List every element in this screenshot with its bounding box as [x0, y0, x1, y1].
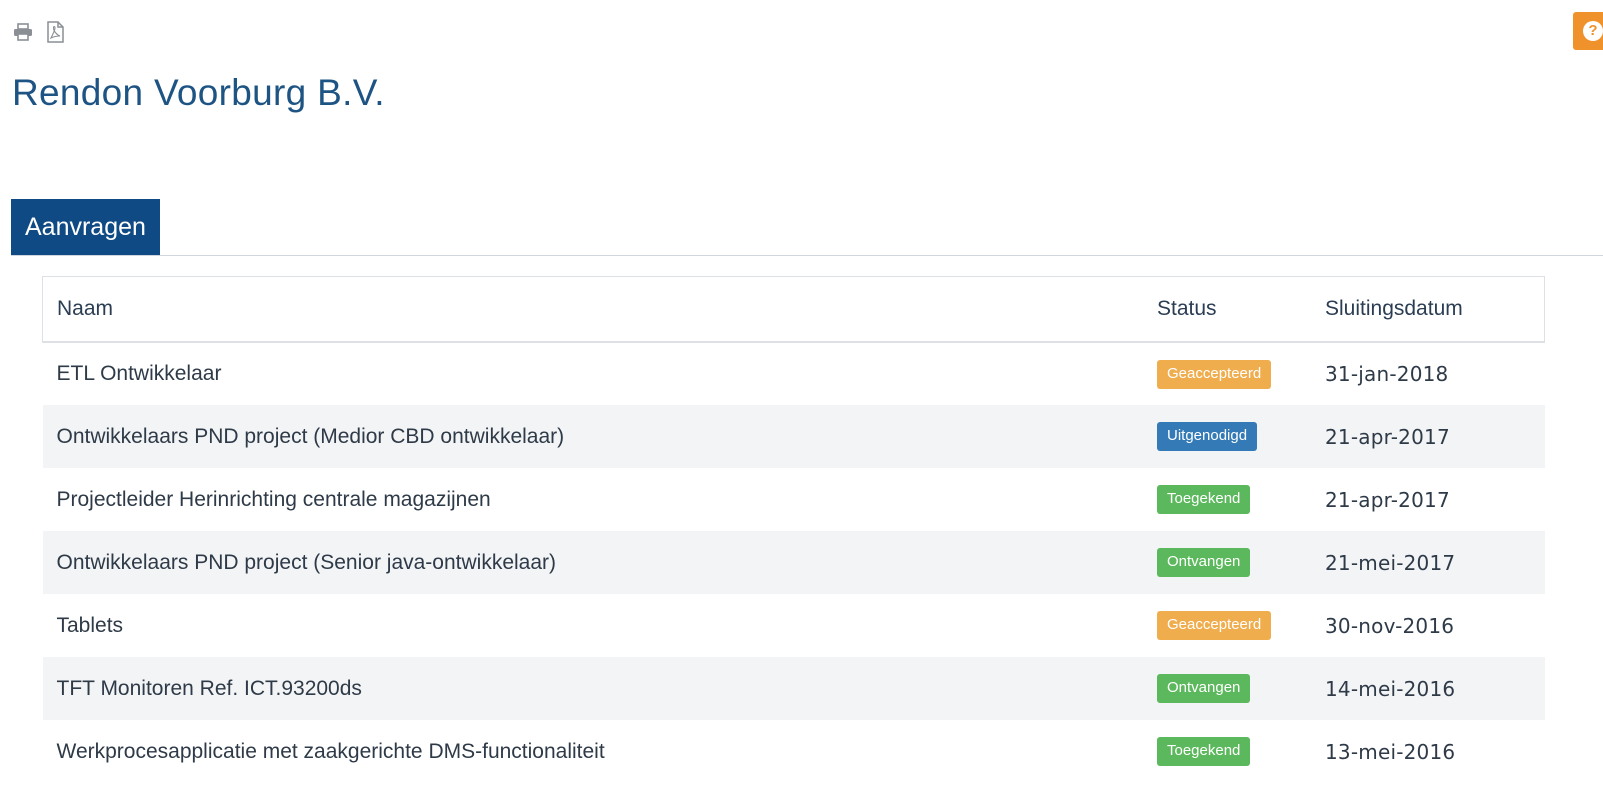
cell-name[interactable]: Werkprocesapplicatie met zaakgerichte DM… [43, 720, 1144, 783]
cell-name[interactable]: Tablets [43, 594, 1144, 657]
cell-status: Toegekend [1143, 468, 1311, 531]
tab-bar: Aanvragen [11, 199, 1603, 256]
column-header-status[interactable]: Status [1143, 276, 1311, 343]
cell-name[interactable]: Projectleider Herinrichting centrale mag… [43, 468, 1144, 531]
column-header-name[interactable]: Naam [42, 276, 1143, 343]
status-badge: Toegekend [1157, 485, 1251, 514]
cell-date: 21-apr-2017 [1325, 424, 1450, 449]
status-badge: Ontvangen [1157, 674, 1251, 703]
cell-status: Ontvangen [1143, 657, 1311, 720]
cell-name[interactable]: Ontwikkelaars PND project (Medior CBD on… [43, 405, 1144, 468]
tab-aanvragen[interactable]: Aanvragen [11, 199, 160, 255]
table-row[interactable]: Tablets Geaccepteerd 30-nov-2016 [42, 594, 1545, 657]
cell-status: Uitgenodigd [1143, 405, 1311, 468]
table-row[interactable]: Projectleider Herinrichting centrale mag… [42, 468, 1545, 531]
status-badge: Uitgenodigd [1157, 422, 1258, 451]
cell-name[interactable]: Ontwikkelaars PND project (Senior java-o… [43, 531, 1144, 594]
cell-date: 21-mei-2017 [1325, 550, 1456, 575]
cell-date: 13-mei-2016 [1325, 739, 1456, 764]
pdf-icon[interactable] [44, 20, 66, 44]
status-badge: Ontvangen [1157, 548, 1251, 577]
table-header-row: Naam Status Sluitingsdatum [42, 276, 1545, 343]
cell-date: 14-mei-2016 [1325, 676, 1456, 701]
requests-table: Naam Status Sluitingsdatum ETL Ontwikkel… [42, 276, 1545, 783]
cell-date: 31-jan-2018 [1325, 362, 1449, 386]
print-icon[interactable] [12, 20, 34, 44]
cell-date: 30-nov-2016 [1325, 613, 1455, 638]
cell-status: Geaccepteerd [1143, 594, 1311, 657]
table-row[interactable]: ETL Ontwikkelaar Geaccepteerd 31-jan-201… [42, 342, 1545, 405]
table-row[interactable]: Ontwikkelaars PND project (Senior java-o… [42, 531, 1545, 594]
help-button[interactable]: ? [1573, 12, 1603, 50]
cell-status: Toegekend [1143, 720, 1311, 783]
table-row[interactable]: Ontwikkelaars PND project (Medior CBD on… [42, 405, 1545, 468]
cell-name[interactable]: TFT Monitoren Ref. ICT.93200ds [43, 657, 1144, 720]
cell-status: Ontvangen [1143, 531, 1311, 594]
toolbar [12, 20, 66, 44]
status-badge: Geaccepteerd [1157, 359, 1272, 389]
status-badge: Geaccepteerd [1157, 611, 1272, 640]
status-badge: Toegekend [1157, 737, 1251, 766]
table-row[interactable]: TFT Monitoren Ref. ICT.93200ds Ontvangen… [42, 657, 1545, 720]
column-header-closing-date[interactable]: Sluitingsdatum [1311, 276, 1545, 343]
page-title: Rendon Voorburg B.V. [12, 72, 385, 113]
cell-status: Geaccepteerd [1143, 342, 1311, 405]
page: ? Rendon Voorburg B.V. Aanvragen Naam St… [0, 0, 1603, 798]
cell-name[interactable]: ETL Ontwikkelaar [43, 342, 1144, 405]
cell-date: 21-apr-2017 [1325, 487, 1450, 512]
help-icon: ? [1583, 21, 1603, 41]
table-row[interactable]: Werkprocesapplicatie met zaakgerichte DM… [42, 720, 1545, 783]
